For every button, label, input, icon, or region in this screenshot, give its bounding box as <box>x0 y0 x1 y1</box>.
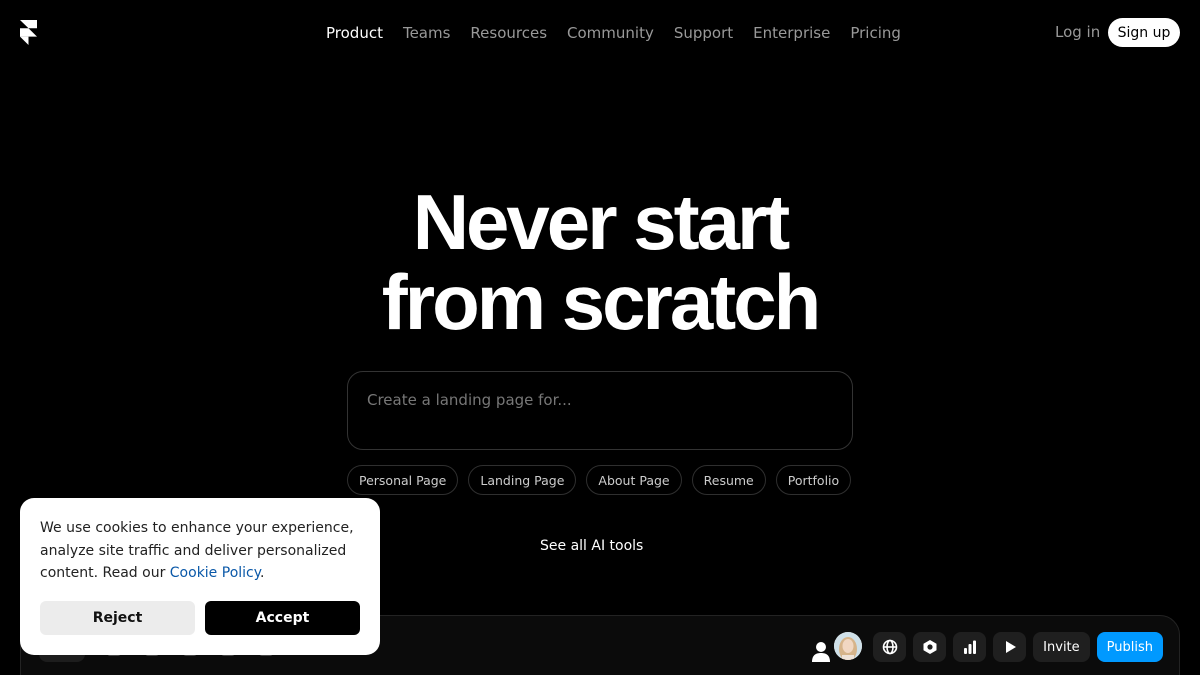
nav-community[interactable]: Community <box>567 22 654 44</box>
cookie-text-after: . <box>260 565 265 581</box>
nav-product[interactable]: Product <box>326 22 383 44</box>
publish-button[interactable]: Publish <box>1096 632 1163 662</box>
user-icon[interactable] <box>808 632 834 662</box>
top-nav: Product Teams Resources Community Suppor… <box>0 22 1200 44</box>
cookie-reject-button[interactable]: Reject <box>40 601 195 635</box>
nav-pricing[interactable]: Pricing <box>850 22 901 44</box>
play-icon[interactable] <box>993 632 1027 662</box>
collaborator-avatars <box>808 632 863 662</box>
chip-personal-page[interactable]: Personal Page <box>347 465 459 495</box>
hero-title-line-2: from scratch <box>381 258 822 346</box>
bar-chart-icon[interactable] <box>953 632 987 662</box>
chip-landing-page[interactable]: Landing Page <box>468 465 577 495</box>
invite-button[interactable]: Invite <box>1033 632 1090 662</box>
signup-button[interactable]: Sign up <box>1108 18 1180 47</box>
cookie-message: We use cookies to enhance your experienc… <box>40 517 360 585</box>
nav-enterprise[interactable]: Enterprise <box>753 22 830 44</box>
see-all-ai-tools-link[interactable]: See all AI tools <box>540 536 643 556</box>
cookie-policy-link[interactable]: Cookie Policy <box>170 565 260 581</box>
login-link[interactable]: Log in <box>1055 21 1100 43</box>
prompt-placeholder: Create a landing page for... <box>367 391 572 409</box>
chip-portfolio[interactable]: Portfolio <box>775 465 852 495</box>
nav-teams[interactable]: Teams <box>403 22 450 44</box>
editor-toolbar: Invite Publish <box>808 632 1163 662</box>
globe-icon[interactable] <box>873 632 907 662</box>
chip-resume[interactable]: Resume <box>691 465 766 495</box>
nav-resources[interactable]: Resources <box>470 22 547 44</box>
cookie-banner: We use cookies to enhance your experienc… <box>20 498 380 655</box>
chip-about-page[interactable]: About Page <box>586 465 682 495</box>
cookie-accept-button[interactable]: Accept <box>205 601 360 635</box>
nav-support[interactable]: Support <box>674 22 733 44</box>
hero-title: Never start from scratch <box>0 182 1200 342</box>
hero-title-line-1: Never start <box>412 178 791 266</box>
avatar-photo[interactable] <box>834 632 863 660</box>
template-chips: Personal Page Landing Page About Page Re… <box>347 465 852 495</box>
framer-logo-icon[interactable] <box>20 20 37 45</box>
hexagon-icon[interactable] <box>913 632 947 662</box>
ai-prompt-input[interactable]: Create a landing page for... <box>347 371 853 450</box>
